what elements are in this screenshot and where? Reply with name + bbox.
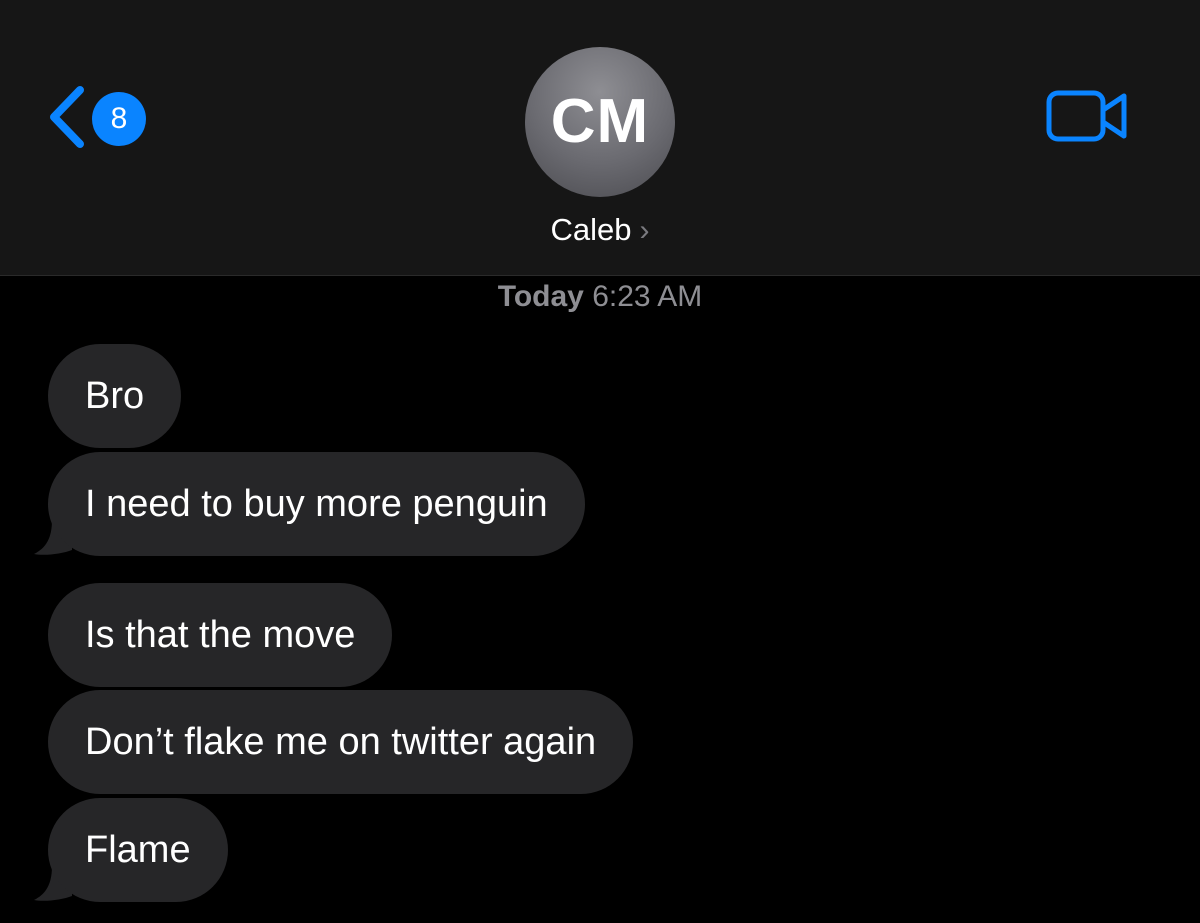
facetime-video-button[interactable] [1046,88,1130,144]
chevron-left-icon [50,86,84,148]
back-button[interactable]: 8 [44,84,154,150]
timestamp-time: 6:23 AM [592,280,703,313]
avatar[interactable]: CM [525,47,675,197]
message-text: Don’t flake me on twitter again [85,721,597,763]
message-bubble[interactable]: Don’t flake me on twitter again [48,690,634,794]
chevron-right-icon: › [639,214,650,247]
message-bubble[interactable]: Is that the move [48,583,393,687]
message-text: Flame [85,829,191,871]
message-bubble[interactable]: Flame [48,798,228,902]
message-bubble[interactable]: I need to buy more penguin [48,452,585,556]
messages-screen: 8 CM Caleb › Today 6:23 AM Bro I need to … [0,0,1200,923]
contact-name-button[interactable]: Caleb › [0,210,1200,251]
video-camera-icon [1046,90,1127,142]
unread-count-badge: 8 [92,92,146,146]
contact-name: Caleb [550,212,632,247]
message-text: I need to buy more penguin [85,483,548,525]
message-bubble[interactable]: Bro [48,344,182,448]
message-text: Is that the move [85,614,356,656]
timestamp-day: Today [497,280,584,313]
thread-timestamp: Today 6:23 AM [0,279,1200,315]
conversation-header: 8 CM Caleb › [0,0,1200,276]
message-text: Bro [85,375,145,417]
